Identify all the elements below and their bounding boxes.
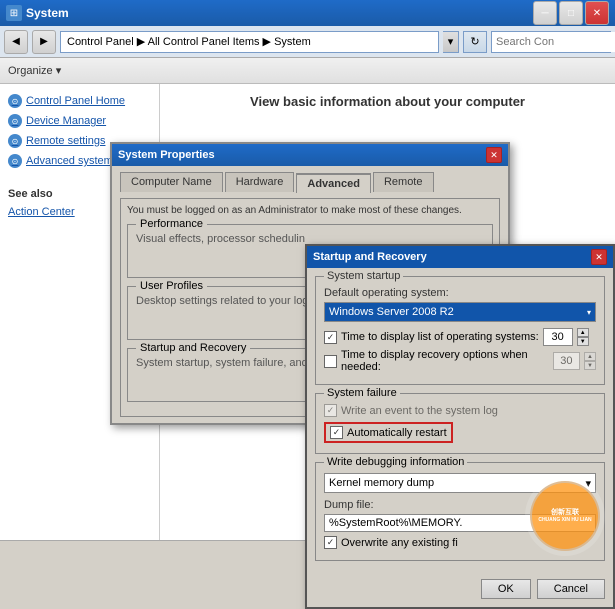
search-input[interactable] bbox=[492, 32, 615, 52]
default-os-arrow: ▾ bbox=[587, 308, 591, 317]
back-icon: ◀ bbox=[12, 36, 20, 47]
sar-cancel-button[interactable]: Cancel bbox=[537, 579, 605, 599]
failure-items: Write an event to the system log Automat… bbox=[324, 404, 596, 445]
window-icon: ⊞ bbox=[6, 5, 22, 21]
recovery-time-spinner: ▲ ▼ bbox=[584, 352, 596, 370]
recovery-options-checkbox[interactable] bbox=[324, 355, 337, 368]
dump-file-value: %SystemRoot%\MEMORY. bbox=[329, 517, 462, 529]
performance-group-title: Performance bbox=[136, 218, 207, 230]
title-bar: ⊞ System ─ □ ✕ bbox=[0, 0, 615, 26]
main-area: ⊙ Control Panel Home ⊙ Device Manager ⊙ … bbox=[0, 84, 615, 566]
address-bar: ◀ ▶ Control Panel ▶ All Control Panel It… bbox=[0, 26, 615, 58]
action-center-label: Action Center bbox=[8, 206, 75, 218]
checkbox-group-1: Time to display list of operating system… bbox=[324, 328, 596, 373]
system-failure-title: System failure bbox=[324, 387, 400, 399]
watermark-line1: 创新互联 bbox=[551, 508, 579, 517]
write-debug-title: Write debugging information bbox=[324, 456, 467, 468]
sar-title-bar: Startup and Recovery ✕ bbox=[307, 246, 613, 268]
recovery-options-label: Time to display recovery options when ne… bbox=[341, 349, 549, 373]
default-os-label: Default operating system: bbox=[324, 287, 596, 299]
device-manager-icon: ⊙ bbox=[8, 114, 22, 128]
address-dropdown-button[interactable]: ▾ bbox=[443, 31, 459, 53]
overwrite-label: Overwrite any existing fi bbox=[341, 537, 458, 549]
remote-settings-icon: ⊙ bbox=[8, 134, 22, 148]
recovery-time-field[interactable]: 30 bbox=[553, 352, 580, 370]
sar-ok-button[interactable]: OK bbox=[481, 579, 531, 599]
sar-close-button[interactable]: ✕ bbox=[591, 249, 607, 265]
os-list-label: Time to display list of operating system… bbox=[341, 331, 539, 343]
debug-type-value: Kernel memory dump bbox=[329, 477, 434, 489]
close-button[interactable]: ✕ bbox=[585, 1, 609, 25]
default-os-value: Windows Server 2008 R2 bbox=[329, 306, 454, 318]
maximize-button[interactable]: □ bbox=[559, 1, 583, 25]
system-startup-title: System startup bbox=[324, 270, 403, 282]
write-event-row: Write an event to the system log bbox=[324, 404, 596, 417]
os-list-checkbox[interactable] bbox=[324, 331, 337, 344]
sidebar-item-label: Control Panel Home bbox=[26, 95, 125, 107]
dialog-close-button[interactable]: ✕ bbox=[486, 147, 502, 163]
sar-buttons: OK Cancel bbox=[307, 575, 613, 607]
refresh-icon: ↻ bbox=[470, 35, 479, 48]
window-title: System bbox=[26, 6, 529, 20]
forward-button[interactable]: ▶ bbox=[32, 30, 56, 54]
control-panel-home-icon: ⊙ bbox=[8, 94, 22, 108]
search-box: 🔍 bbox=[491, 31, 611, 53]
tab-remote[interactable]: Remote bbox=[373, 172, 434, 192]
forward-icon: ▶ bbox=[40, 36, 48, 47]
dialog-title-bar: System Properties ✕ bbox=[112, 144, 508, 166]
os-list-time-field[interactable]: 30 bbox=[543, 328, 573, 346]
sidebar-item-label: Advanced system bbox=[26, 155, 113, 167]
recovery-time-down[interactable]: ▼ bbox=[584, 361, 596, 370]
dialog-title-text: System Properties bbox=[118, 149, 215, 161]
os-list-time-up[interactable]: ▲ bbox=[577, 328, 589, 337]
sar-title-text: Startup and Recovery bbox=[313, 251, 427, 263]
tab-computer-name[interactable]: Computer Name bbox=[120, 172, 223, 192]
computer-info bbox=[174, 119, 601, 131]
path-text: Control Panel ▶ All Control Panel Items … bbox=[67, 35, 311, 48]
watermark-inner: 创新互联 CHUANG XIN HU LIAN bbox=[530, 481, 600, 551]
write-event-label: Write an event to the system log bbox=[341, 405, 498, 417]
sidebar-item-label: Device Manager bbox=[26, 115, 106, 127]
recovery-time-up[interactable]: ▲ bbox=[584, 352, 596, 361]
checkbox-row-1: Time to display list of operating system… bbox=[324, 328, 596, 346]
checkbox-row-2: Time to display recovery options when ne… bbox=[324, 349, 596, 373]
os-list-time-down[interactable]: ▼ bbox=[577, 337, 589, 346]
watermark: 创新互联 CHUANG XIN HU LIAN bbox=[525, 476, 605, 556]
tab-advanced[interactable]: Advanced bbox=[296, 173, 371, 193]
sidebar-item-device-manager[interactable]: ⊙ Device Manager bbox=[8, 114, 151, 128]
system-startup-group: System startup Default operating system:… bbox=[315, 276, 605, 385]
page-title: View basic information about your comput… bbox=[174, 94, 601, 109]
address-path[interactable]: Control Panel ▶ All Control Panel Items … bbox=[60, 31, 439, 53]
advanced-system-icon: ⊙ bbox=[8, 154, 22, 168]
overwrite-checkbox[interactable] bbox=[324, 536, 337, 549]
tab-hardware[interactable]: Hardware bbox=[225, 172, 295, 192]
write-event-checkbox[interactable] bbox=[324, 404, 337, 417]
toolbar: Organize ▾ bbox=[0, 58, 615, 84]
minimize-button[interactable]: ─ bbox=[533, 1, 557, 25]
refresh-button[interactable]: ↻ bbox=[463, 31, 487, 53]
admin-notice: You must be logged on as an Administrato… bbox=[127, 205, 493, 216]
sidebar-item-control-panel-home[interactable]: ⊙ Control Panel Home bbox=[8, 94, 151, 108]
auto-restart-highlighted-row: Automatically restart bbox=[324, 422, 453, 443]
auto-restart-checkbox[interactable] bbox=[330, 426, 343, 439]
watermark-line2: CHUANG XIN HU LIAN bbox=[538, 517, 591, 524]
back-button[interactable]: ◀ bbox=[4, 30, 28, 54]
auto-restart-label: Automatically restart bbox=[347, 427, 447, 439]
startup-recovery-group-title: Startup and Recovery bbox=[136, 342, 250, 354]
default-os-dropdown[interactable]: Windows Server 2008 R2 ▾ bbox=[324, 302, 596, 322]
user-profiles-group-title: User Profiles bbox=[136, 280, 207, 292]
os-list-time-spinner: ▲ ▼ bbox=[577, 328, 589, 346]
toolbar-label: Organize ▾ bbox=[8, 64, 61, 77]
system-failure-group: System failure Write an event to the sys… bbox=[315, 393, 605, 454]
sidebar-item-label: Remote settings bbox=[26, 135, 105, 147]
tab-bar: Computer Name Hardware Advanced Remote bbox=[120, 172, 500, 192]
